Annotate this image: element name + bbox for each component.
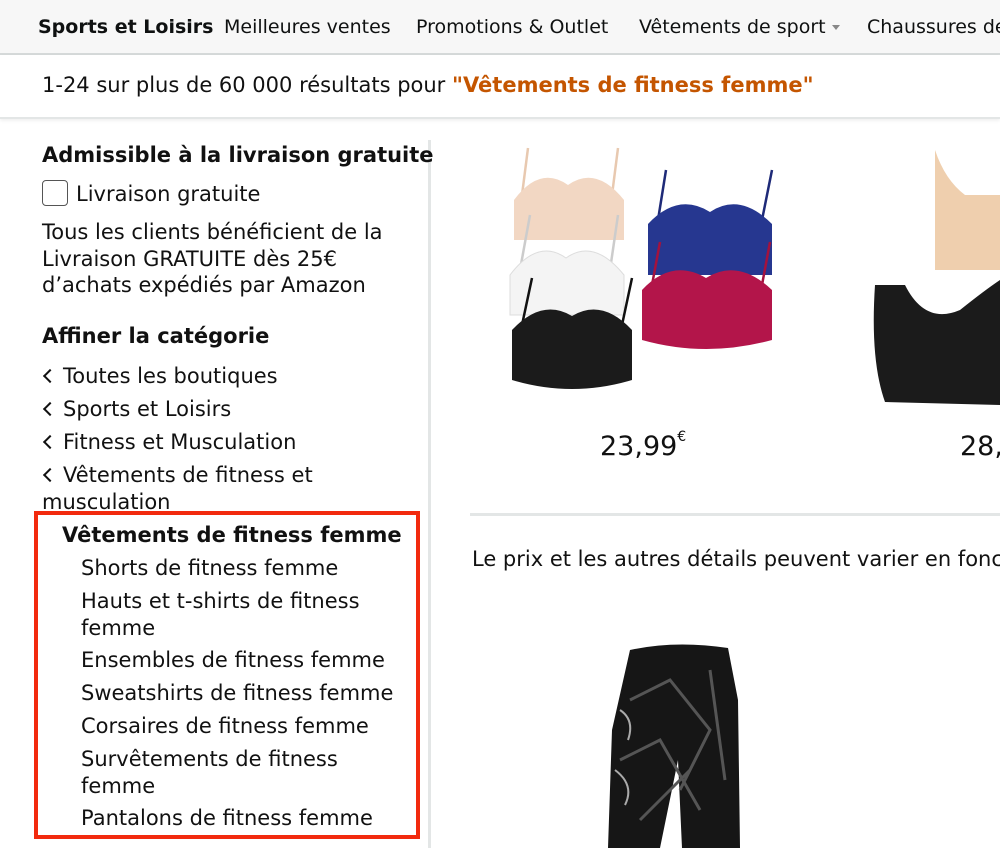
free-shipping-note: Tous les clients bénéficient de la Livra…	[42, 220, 383, 297]
nav-best-sellers[interactable]: Meilleures ventes	[224, 16, 391, 38]
price-disclaimer: Le prix et les autres détails peuvent va…	[472, 547, 1000, 571]
nav-shoes[interactable]: Chaussures de	[867, 16, 1000, 38]
chevron-left-icon	[42, 368, 58, 384]
nav-promotions-outlet[interactable]: Promotions & Outlet	[416, 16, 608, 38]
product-image-leggings[interactable]	[600, 640, 750, 848]
free-shipping-label[interactable]: Livraison gratuite	[76, 182, 260, 206]
nav-sportswear-label: Vêtements de sport	[639, 16, 826, 38]
bra-beige	[935, 150, 1000, 270]
back-link-label: Vêtements de fitness et musculation	[42, 463, 313, 514]
search-query: "Vêtements de fitness femme"	[452, 73, 814, 97]
results-count: 1-24 sur plus de 60 000 résultats pour "…	[42, 73, 814, 97]
category-nav-bar: Sports et Loisirs Meilleures ventes Prom…	[0, 0, 1000, 55]
back-link-fitness-clothing[interactable]: Vêtements de fitness et musculation	[42, 462, 342, 516]
product-image-sports-bras[interactable]	[865, 140, 1000, 410]
bralette-beige	[514, 147, 624, 240]
back-link-label: Fitness et Musculation	[63, 430, 297, 454]
back-link-label: Toutes les boutiques	[63, 364, 278, 388]
highlight-box	[34, 511, 420, 839]
back-link-all-stores[interactable]: Toutes les boutiques	[42, 363, 342, 390]
back-link-label: Sports et Loisirs	[63, 397, 232, 421]
product-grid-divider	[470, 513, 1000, 516]
product-image-lace-bralettes[interactable]	[500, 140, 785, 410]
nav-sportswear[interactable]: Vêtements de sport	[639, 16, 840, 38]
chevron-left-icon	[42, 467, 58, 483]
bralette-navy	[648, 169, 774, 275]
back-link-sports-loisirs[interactable]: Sports et Loisirs	[42, 396, 342, 423]
category-heading: Affiner la catégorie	[42, 324, 270, 348]
back-link-fitness-musculation[interactable]: Fitness et Musculation	[42, 429, 342, 456]
dropdown-caret-icon	[831, 25, 840, 30]
nav-sports-loisirs[interactable]: Sports et Loisirs	[38, 16, 213, 38]
chevron-left-icon	[42, 434, 58, 450]
price-value: 23,99	[600, 431, 678, 462]
bra-black	[873, 280, 1000, 405]
product-price[interactable]: 23,99€	[600, 429, 687, 462]
results-info-bar: 1-24 sur plus de 60 000 résultats pour "…	[0, 55, 1000, 119]
shipping-filter-heading: Admissible à la livraison gratuite	[42, 143, 434, 167]
sidebar-divider	[428, 140, 431, 848]
chevron-left-icon	[42, 401, 58, 417]
product-price-partial[interactable]: 28,	[960, 431, 1000, 462]
price-currency: €	[677, 429, 687, 445]
free-shipping-checkbox[interactable]	[42, 180, 68, 206]
results-count-text: 1-24 sur plus de 60 000 résultats pour	[42, 73, 452, 97]
